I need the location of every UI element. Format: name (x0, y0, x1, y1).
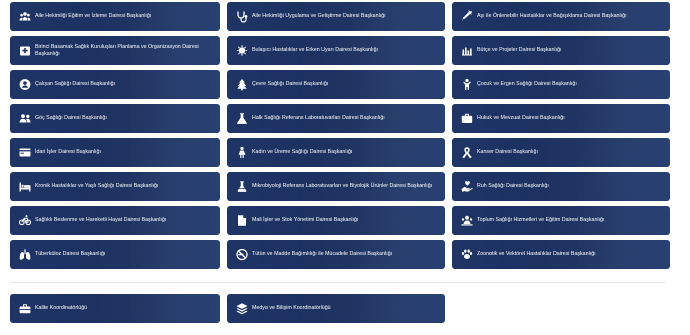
unit-tile-label: Aile Hekimliği Eğitim ve İzleme Dairesi … (35, 13, 152, 20)
section-divider (10, 282, 666, 283)
unit-tile-label: Mali İşler ve Stok Yönetimi Dairesi Başk… (252, 217, 359, 224)
id-card-icon (18, 146, 31, 159)
unit-tile-label: Medya ve Bilişim Koordinatörlüğü (252, 305, 331, 312)
ribbon-icon (460, 146, 473, 159)
unit-tile-label: Mikrobiyoloji Referans Laboratuvarları v… (252, 183, 433, 190)
unit-tile-label: Birinci Basamak Sağlık Kuruluşları Planl… (35, 44, 199, 57)
briefcase-icon (460, 112, 473, 125)
unit-tile-label: Aile Hekimliği Uygulama ve Geliştirme Da… (252, 13, 386, 20)
unit-tile-label: Sağlıklı Beslenme ve Hareketli Hayat Dai… (35, 217, 167, 224)
unit-tile-label: Bütçe ve Projeler Dairesi Başkanlığı (477, 47, 562, 54)
unit-tile-label: Aşı ile Önlenebilir Hastalıklar ve Bağış… (477, 13, 627, 20)
unit-tile[interactable]: Aşı ile Önlenebilir Hastalıklar ve Bağış… (452, 2, 670, 31)
unit-tile-label: Hukuk ve Mevzuat Dairesi Başkanlığı (477, 115, 565, 122)
syringe-icon (460, 10, 473, 23)
unit-tile[interactable]: Göç Sağlığı Dairesi Başkanlığı (10, 104, 220, 133)
unit-tile[interactable]: Çocuk ve Ergen Sağlığı Dairesi Başkanlığ… (452, 70, 670, 99)
coordinator-grid: Kalite Koordinatörlüğü Medya ve Bilişim K… (10, 294, 445, 323)
unit-tile-label: Kalite Koordinatörlüğü (35, 305, 88, 312)
user-circle-icon (18, 78, 31, 91)
unit-tile[interactable]: Hukuk ve Mevzuat Dairesi Başkanlığı (452, 104, 670, 133)
lab-flask-icon (235, 112, 248, 125)
flask-icon (235, 180, 248, 193)
unit-tile-label: Çocuk ve Ergen Sağlığı Dairesi Başkanlığ… (477, 81, 577, 88)
unit-tile[interactable]: Mikrobiyoloji Referans Laboratuvarları v… (227, 172, 445, 201)
community-icon (460, 214, 473, 227)
unit-tile-label: Toplum Sağlığı Hizmetleri ve Eğitim Dair… (477, 217, 605, 224)
stethoscope-icon (235, 10, 248, 23)
unit-tile[interactable]: Sağlıklı Beslenme ve Hareketli Hayat Dai… (10, 206, 220, 235)
toolbox-icon (18, 302, 31, 315)
users-icon (18, 112, 31, 125)
unit-tile[interactable]: Kadın ve Üreme Sağlığı Dairesi Başkanlığ… (227, 138, 445, 167)
bar-chart-icon (460, 44, 473, 57)
people-group-icon (18, 10, 31, 23)
unit-grid: Aile Hekimliği Eğitim ve İzleme Dairesi … (10, 2, 670, 269)
unit-tile-label: Göç Sağlığı Dairesi Başkanlığı (35, 115, 107, 122)
unit-tile[interactable]: Tütün ve Madde Bağımlılığı ile Mücadele … (227, 240, 445, 269)
child-icon (460, 78, 473, 91)
unit-tile[interactable]: Kronik Hastalıklar ve Yaşlı Sağlığı Dair… (10, 172, 220, 201)
paw-icon (460, 248, 473, 261)
unit-tile-label: Çevre Sağlığı Dairesi Başkanlığı (252, 81, 329, 88)
unit-tile[interactable]: Çalışan Sağlığı Dairesi Başkanlığı (10, 70, 220, 99)
unit-tile[interactable]: Tüberküloz Dairesi Başkanlığı (10, 240, 220, 269)
unit-tile[interactable]: Birinci Basamak Sağlık Kuruluşları Planl… (10, 36, 220, 65)
unit-tile[interactable]: Zoonotik ve Vektörel Hastalıklar Dairesi… (452, 240, 670, 269)
unit-tile[interactable]: Aile Hekimliği Eğitim ve İzleme Dairesi … (10, 2, 220, 31)
unit-tile-label: Kadın ve Üreme Sağlığı Dairesi Başkanlığ… (252, 149, 353, 156)
bicycle-icon (18, 214, 31, 227)
unit-tile[interactable]: Bütçe ve Projeler Dairesi Başkanlığı (452, 36, 670, 65)
coordinator-tile[interactable]: Medya ve Bilişim Koordinatörlüğü (227, 294, 445, 323)
unit-tile[interactable]: Mali İşler ve Stok Yönetimi Dairesi Başk… (227, 206, 445, 235)
hand-heart-icon (460, 180, 473, 193)
unit-tile-label: Kronik Hastalıklar ve Yaşlı Sağlığı Dair… (35, 183, 159, 190)
bed-icon (18, 180, 31, 193)
woman-icon (235, 146, 248, 159)
lungs-icon (18, 248, 31, 261)
unit-tile-label: İdari İşler Dairesi Başkanlığı (35, 149, 101, 156)
coordinator-tile[interactable]: Kalite Koordinatörlüğü (10, 294, 220, 323)
unit-tile[interactable]: İdari İşler Dairesi Başkanlığı (10, 138, 220, 167)
hospital-icon (18, 44, 31, 57)
tree-icon (235, 78, 248, 91)
unit-tile[interactable]: Aile Hekimliği Uygulama ve Geliştirme Da… (227, 2, 445, 31)
layers-icon (235, 302, 248, 315)
document-icon (235, 214, 248, 227)
unit-tile[interactable]: Toplum Sağlığı Hizmetleri ve Eğitim Dair… (452, 206, 670, 235)
unit-tile[interactable]: Halk Sağlığı Referans Laboratuvarları Da… (227, 104, 445, 133)
unit-tile-label: Tüberküloz Dairesi Başkanlığı (35, 251, 106, 258)
virus-icon (235, 44, 248, 57)
unit-tile[interactable]: Kanser Dairesi Başkanlığı (452, 138, 670, 167)
unit-tile-label: Kanser Dairesi Başkanlığı (477, 149, 538, 156)
unit-tile-label: Tütün ve Madde Bağımlılığı ile Mücadele … (252, 251, 393, 258)
unit-tile-label: Zoonotik ve Vektörel Hastalıklar Dairesi… (477, 251, 596, 258)
unit-tile[interactable]: Ruh Sağlığı Dairesi Başkanlığı (452, 172, 670, 201)
unit-tile[interactable]: Bulaşıcı Hastalıklar ve Erken Uyarı Dair… (227, 36, 445, 65)
unit-tile-label: Ruh Sağlığı Dairesi Başkanlığı (477, 183, 549, 190)
unit-tile-label: Çalışan Sağlığı Dairesi Başkanlığı (35, 81, 116, 88)
unit-tile-label: Bulaşıcı Hastalıklar ve Erken Uyarı Dair… (252, 47, 378, 54)
unit-tile-label: Halk Sağlığı Referans Laboratuvarları Da… (252, 115, 385, 122)
unit-tile[interactable]: Çevre Sağlığı Dairesi Başkanlığı (227, 70, 445, 99)
no-smoking-icon (235, 248, 248, 261)
